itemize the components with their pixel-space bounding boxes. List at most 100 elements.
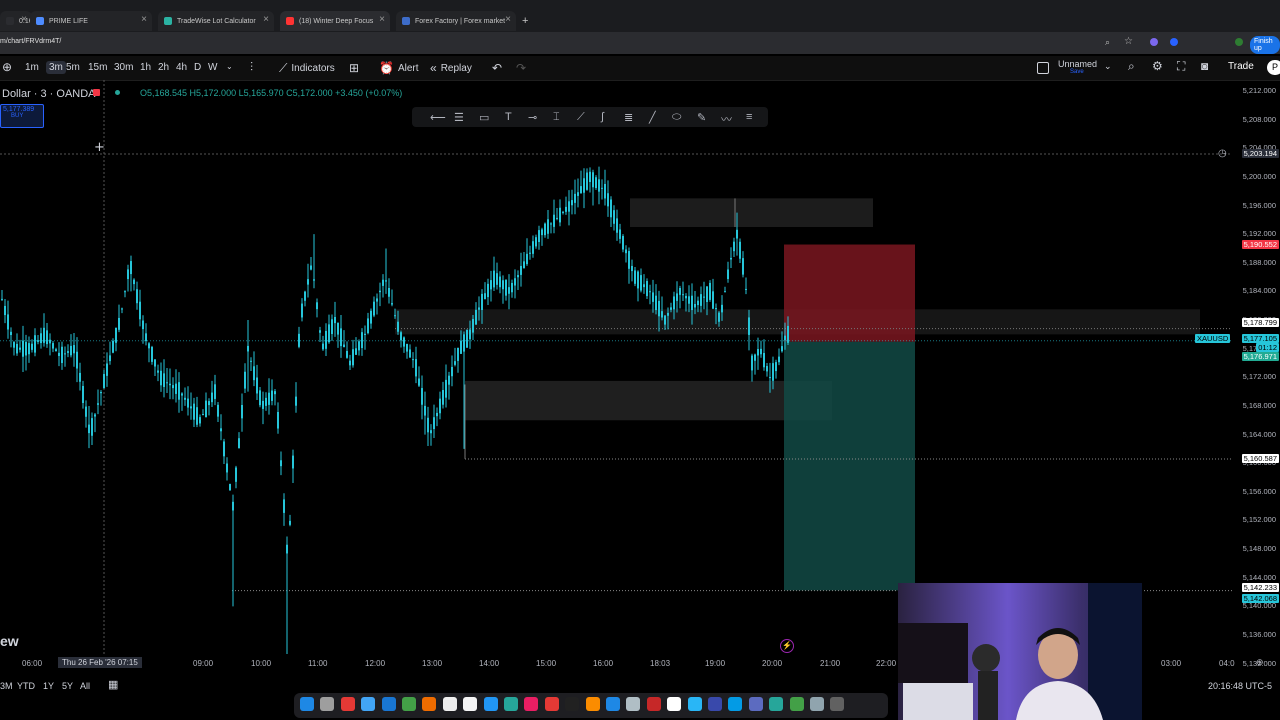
dock-app-icon[interactable] [300, 697, 314, 711]
fib-icon[interactable]: ≣ [624, 111, 633, 124]
timeframe-1h[interactable]: 1h [140, 62, 151, 73]
layout-icon[interactable] [1037, 62, 1049, 74]
close-icon[interactable]: × [379, 14, 385, 25]
search-icon[interactable]: ⌕ [1105, 37, 1110, 48]
chevron-down-icon[interactable]: ⌄ [1104, 61, 1112, 72]
camera-icon[interactable]: ◙ [1201, 59, 1208, 73]
dock-app-icon[interactable] [442, 697, 457, 711]
horizontal-line-icon[interactable]: ⊸ [528, 111, 537, 124]
dock-app-icon[interactable] [544, 697, 559, 711]
undo-button[interactable]: ↶ [492, 61, 502, 75]
shape-icon[interactable]: ⬭ [672, 111, 681, 124]
timeframe-5m[interactable]: 5m [66, 62, 80, 73]
url-text[interactable]: m/chart/FRVdrm4T/ [0, 38, 61, 45]
timeframe-D[interactable]: D [194, 62, 201, 73]
parallel-channel-icon[interactable]: ☰ [454, 111, 464, 124]
close-icon[interactable]: × [263, 14, 269, 25]
publish-button[interactable]: P [1267, 60, 1280, 75]
timeframe-2h[interactable]: 2h [158, 62, 169, 73]
range-ytd[interactable]: YTD [17, 681, 35, 691]
dock-app-icon[interactable] [565, 697, 580, 711]
alert-clock-icon[interactable]: ◷ [1218, 148, 1227, 159]
horizontal-ray-icon[interactable]: ⟵ [430, 111, 446, 124]
settings-icon[interactable]: ⚙ [1152, 59, 1163, 73]
buy-price-badge[interactable]: 5,177.389 BUY [0, 104, 44, 128]
trend-line-icon[interactable]: ⟋ [577, 111, 585, 124]
quick-search-icon[interactable]: ⌕ [1128, 59, 1135, 74]
dock-app-icon[interactable] [483, 697, 498, 711]
rectangle-icon[interactable]: ▭ [479, 111, 489, 124]
dock-app-icon[interactable] [361, 697, 376, 711]
close-icon[interactable]: × [21, 14, 27, 25]
curve-icon[interactable]: ∫ [601, 111, 604, 123]
more-tools-icon[interactable]: ≡ [746, 111, 752, 123]
vertical-line-icon[interactable]: ⌶ [553, 111, 560, 124]
dock-app-icon[interactable] [728, 697, 743, 711]
dock-app-icon[interactable] [402, 697, 416, 711]
pattern-icon[interactable]: 〰 [721, 111, 732, 127]
dock-app-icon[interactable] [381, 697, 396, 711]
dock-app-icon[interactable] [606, 697, 620, 711]
dock-app-icon[interactable] [626, 697, 641, 711]
layout-name[interactable]: Unnamed [1058, 59, 1097, 69]
range-5y[interactable]: 5Y [62, 681, 73, 691]
dock-app-icon[interactable] [463, 697, 478, 711]
indicators-button[interactable]: ⟋ Indicators [279, 61, 335, 76]
brush-icon[interactable]: ✎ [697, 111, 706, 124]
close-icon[interactable]: × [505, 14, 511, 25]
fullscreen-icon[interactable]: ⛶ [1177, 59, 1185, 74]
dock-app-icon[interactable] [789, 697, 804, 711]
browser-tab[interactable]: 0.16%× [0, 11, 32, 31]
timeframe-30m[interactable]: 30m [114, 62, 133, 73]
profile-icon[interactable] [1235, 38, 1243, 46]
templates-button[interactable]: ⊞ [349, 61, 359, 75]
dock-app-icon[interactable] [585, 697, 600, 711]
calendar-icon[interactable]: ▦ [108, 678, 118, 691]
chevron-down-icon[interactable]: ⌄ [226, 62, 233, 71]
browser-tab[interactable]: Forex Factory | Forex market × [396, 11, 516, 31]
star-icon[interactable]: ☆ [1124, 36, 1133, 47]
timeframe-4h[interactable]: 4h [176, 62, 187, 73]
lightning-icon[interactable]: ⚡ [780, 639, 794, 653]
dock-app-icon[interactable] [422, 697, 437, 711]
goto-realtime-icon[interactable]: ⊕ [1256, 657, 1264, 668]
timeframe-3m[interactable]: 3m [46, 61, 66, 74]
dock-app-icon[interactable] [340, 697, 355, 711]
candle-style-icon[interactable]: ⫶ [250, 60, 253, 75]
browser-tab[interactable]: TradeWise Lot Calculator × [158, 11, 274, 31]
add-symbol-icon[interactable]: ⊕ [2, 60, 12, 74]
dock-app-icon[interactable] [748, 697, 763, 711]
range-1y[interactable]: 1Y [43, 681, 54, 691]
price-axis[interactable]: 5,212.000 5,208.000 5,204.000 5,200.000 5,19… [1195, 80, 1280, 680]
symbol-title[interactable]: Dollar · 3 · OANDA [2, 88, 96, 100]
dock-app-icon[interactable] [320, 697, 335, 711]
browser-tab[interactable]: (18) Winter Deep Focus × [280, 11, 390, 31]
dock-app-icon[interactable] [810, 697, 824, 711]
dock-app-icon[interactable] [646, 697, 661, 711]
range-3m[interactable]: 3M [0, 681, 13, 691]
dock-app-icon[interactable] [708, 697, 722, 711]
address-bar[interactable] [0, 32, 1280, 54]
dock-app-icon[interactable] [524, 697, 539, 711]
timeframe-15m[interactable]: 15m [88, 62, 107, 73]
extension-icon[interactable] [1170, 38, 1178, 46]
close-icon[interactable]: × [141, 14, 147, 25]
timeframe-W[interactable]: W [208, 62, 217, 73]
trade-button[interactable]: Trade [1228, 61, 1254, 72]
dock-app-icon[interactable] [769, 697, 784, 711]
dock-app-icon[interactable] [504, 697, 518, 711]
finish-update-button[interactable]: Finish up [1250, 36, 1280, 54]
extension-icon[interactable] [1150, 38, 1158, 46]
replay-button[interactable]: «Replay [430, 61, 472, 75]
alert-button[interactable]: ⏰ Alert [379, 61, 419, 75]
browser-tab[interactable]: PRIME LIFE × [30, 11, 152, 31]
range-all[interactable]: All [80, 681, 90, 691]
timeframe-1m[interactable]: 1m [25, 62, 39, 73]
dock-app-icon[interactable] [830, 697, 845, 711]
line-icon[interactable]: ╱ [649, 111, 656, 124]
dock-app-icon[interactable] [687, 697, 702, 711]
price-chart[interactable]: + [0, 80, 1232, 654]
dock-app-icon[interactable] [667, 697, 682, 711]
redo-button[interactable]: ↷ [516, 61, 526, 75]
new-tab-icon[interactable]: + [522, 11, 536, 31]
